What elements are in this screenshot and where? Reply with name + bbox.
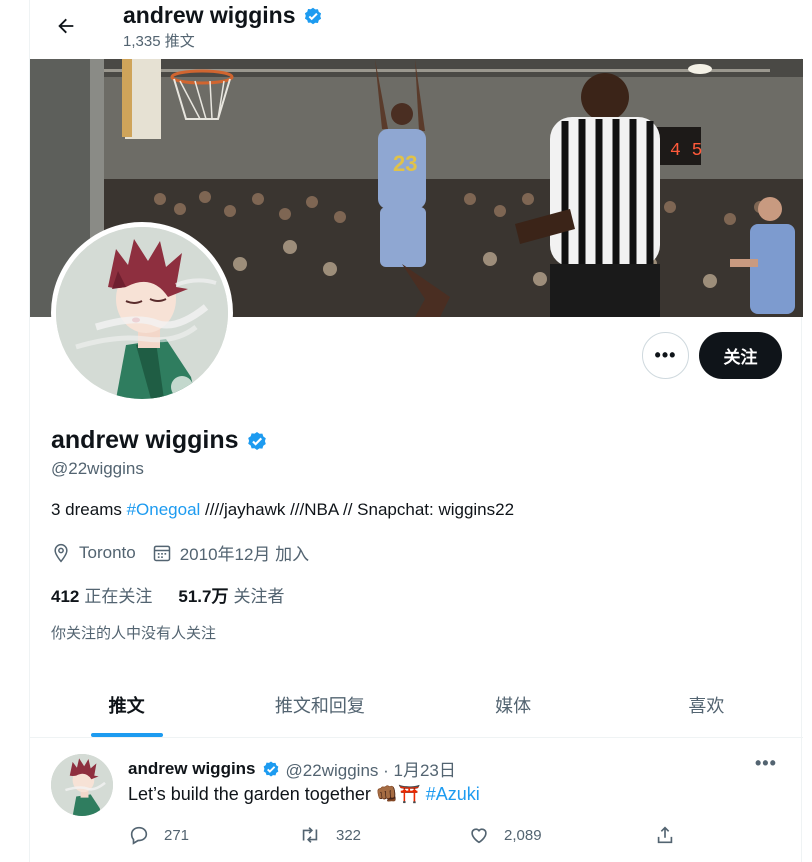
- following-link[interactable]: 412 正在关注: [51, 582, 152, 607]
- followers-count: 51.7万: [178, 587, 229, 606]
- retweet-button[interactable]: 322: [298, 824, 361, 846]
- tab-tweets[interactable]: 推文: [30, 672, 223, 737]
- retweet-count: 322: [336, 826, 362, 844]
- svg-text:23: 23: [393, 151, 417, 176]
- verified-badge-icon: [247, 431, 266, 450]
- avatar-image: [56, 227, 228, 399]
- scoreboard-text: 4 5: [670, 141, 702, 161]
- followers-you-know: 你关注的人中没有人关注: [51, 625, 217, 642]
- header-tweet-count: 1,335 推文: [123, 33, 195, 50]
- header-name: andrew wiggins: [123, 2, 296, 28]
- location-text: Toronto: [79, 542, 136, 562]
- tab-media[interactable]: 媒体: [417, 672, 610, 737]
- tweet-handle-date: @22wiggins · 1月23日: [285, 761, 456, 780]
- tweet-actions: 271 322 2,089: [128, 824, 688, 850]
- joined-item: 2010年12月 加入: [152, 540, 309, 565]
- share-button[interactable]: [654, 824, 676, 846]
- tweet-more-button[interactable]: •••: [755, 753, 777, 774]
- heart-icon: [471, 828, 487, 844]
- bio-hashtag-link[interactable]: #Onegoal: [127, 500, 201, 519]
- profile-page: andrew wiggins 1,335 推文 4 5 23 ••• 关注 an…: [29, 0, 803, 862]
- more-options-button[interactable]: •••: [642, 332, 689, 379]
- location-item: Toronto: [51, 543, 136, 563]
- follow-button[interactable]: 关注: [699, 332, 782, 379]
- tweet-item[interactable]: andrew wiggins @22wiggins · 1月23日 ••• Le…: [30, 739, 803, 862]
- profile-name-text: andrew wiggins: [51, 426, 239, 454]
- profile-meta: Toronto 2010年12月 加入: [51, 540, 325, 565]
- verified-badge-icon: [304, 7, 321, 24]
- tweet-header: andrew wiggins @22wiggins · 1月23日: [128, 756, 456, 781]
- like-button[interactable]: 2,089: [468, 824, 542, 846]
- bio-suffix: ////jayhawk ///NBA // Snapchat: wiggins2…: [200, 500, 515, 519]
- tweet-emoji: 👊🏾⛩️: [375, 784, 421, 804]
- tweet-author-name[interactable]: andrew wiggins: [128, 759, 256, 779]
- follow-stats: 412 正在关注 51.7万 关注者: [51, 582, 284, 607]
- reply-button[interactable]: 271: [128, 824, 189, 846]
- share-icon: [657, 826, 673, 844]
- profile-bio: 3 dreams #Onegoal ////jayhawk ///NBA // …: [51, 500, 514, 520]
- retweet-icon: [302, 827, 318, 843]
- back-arrow-icon: [58, 18, 74, 34]
- profile-handle: @22wiggins: [51, 459, 144, 478]
- following-label: 正在关注: [84, 587, 153, 606]
- like-count: 2,089: [504, 826, 542, 844]
- reply-icon: [130, 826, 148, 845]
- tweet-hashtag-link[interactable]: #Azuki: [426, 784, 480, 805]
- back-button[interactable]: [48, 8, 84, 44]
- tweet-text: Let’s build the garden together 👊🏾⛩️ #Az…: [128, 784, 480, 805]
- tab-tweets-replies[interactable]: 推文和回复: [223, 672, 416, 737]
- bio-prefix: 3 dreams: [51, 500, 127, 519]
- header-title: andrew wiggins: [123, 2, 324, 29]
- joined-text: 2010年12月 加入: [179, 545, 310, 564]
- tweet-body: Let’s build the garden together: [128, 784, 371, 804]
- location-pin-icon: [54, 543, 68, 562]
- tab-likes[interactable]: 喜欢: [610, 672, 803, 737]
- following-count: 412: [51, 587, 80, 606]
- tweet-avatar[interactable]: [51, 754, 113, 816]
- reply-count: 271: [164, 826, 190, 844]
- calendar-icon: [153, 545, 170, 561]
- followers-link[interactable]: 51.7万 关注者: [178, 582, 284, 607]
- followers-label: 关注者: [233, 587, 285, 606]
- profile-avatar[interactable]: [51, 222, 233, 404]
- profile-tabs: 推文 推文和回复 媒体 喜欢: [30, 672, 803, 738]
- more-options-icon: •••: [654, 345, 677, 365]
- top-bar: andrew wiggins 1,335 推文: [30, 0, 803, 58]
- profile-name: andrew wiggins: [51, 426, 269, 455]
- verified-badge-icon: [263, 761, 278, 776]
